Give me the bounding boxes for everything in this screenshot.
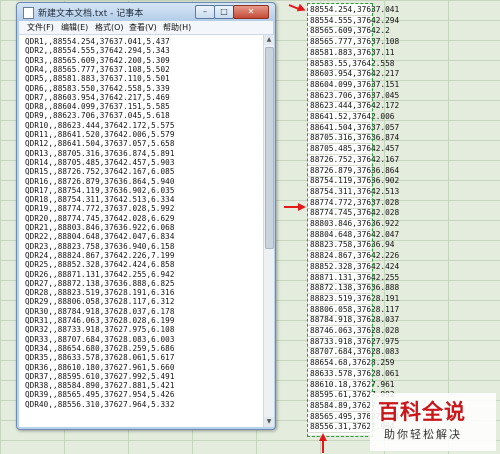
excel-cell[interactable]: 88804.648,37642.047 xyxy=(310,230,400,239)
excel-cell[interactable]: 88604.099,37637.151 xyxy=(310,80,400,89)
excel-cell[interactable]: 88554.555,37642.294 xyxy=(310,16,400,25)
notepad-line: QDR36,,88610.180,37627.961,5.660 xyxy=(25,362,175,372)
excel-cell[interactable]: 88733.918,37627.975 xyxy=(310,337,400,346)
excel-cell[interactable]: 88565.777,37637.108 xyxy=(310,37,400,46)
watermark-title: 百科全说 xyxy=(378,400,466,424)
excel-cell[interactable]: 88623.706,37637.045 xyxy=(310,91,400,100)
notepad-line: QDR26,,88871.131,37642.255,6.942 xyxy=(25,269,175,279)
notepad-line: QDR23,,88823.758,37636.940,6.158 xyxy=(25,241,175,251)
excel-cell[interactable]: 88565.609,37642.2 xyxy=(310,26,400,35)
excel-cell[interactable]: 88784.918,37628.037 xyxy=(310,315,400,324)
menu-bar: 文件(F) 编辑(E) 格式(O) 查看(V) 帮助(H) xyxy=(19,21,273,35)
maximize-button[interactable]: □ xyxy=(214,5,234,19)
excel-cell[interactable]: 88583.55,37642.558 xyxy=(310,59,400,68)
notepad-line: QDR29,,88806.058,37628.117,6.312 xyxy=(25,297,175,307)
notepad-line: QDR40,,88556.310,37627.964,5.332 xyxy=(25,399,175,409)
notepad-line: QDR16,,88726.879,37636.864,5.940 xyxy=(25,176,175,186)
excel-cell[interactable]: 88754.311,37642.513 xyxy=(310,187,400,196)
excel-cell[interactable]: 88654.68,37628.259 xyxy=(310,358,400,367)
excel-cell[interactable]: 88623.444,37642.172 xyxy=(310,101,400,110)
notepad-line: QDR31,,88746.063,37628.028,6.199 xyxy=(25,316,175,325)
excel-cell[interactable]: 88707.684,37628.083 xyxy=(310,347,400,356)
notepad-line: QDR22,,88804.648,37642.047,6.834 xyxy=(25,232,175,242)
notepad-line: QDR18,,88754.311,37642.513,6.334 xyxy=(25,195,175,205)
vertical-scrollbar[interactable]: ▲ ▼ xyxy=(263,35,274,427)
close-button[interactable]: ✕ xyxy=(233,5,269,19)
window-title: 新建文本文档.txt - 记事本 xyxy=(38,9,144,19)
notepad-line: QDR9,,88623.706,37637.045,5.618 xyxy=(25,111,170,121)
notepad-line: QDR11,,88641.520,37642.006,5.579 xyxy=(25,130,175,139)
notepad-window: 新建文本文档.txt - 记事本 – □ ✕ 文件(F) 编辑(E) 格式(O)… xyxy=(16,2,276,430)
excel-cell[interactable]: 88774.772,37637.028 xyxy=(310,198,400,207)
notepad-line: QDR3,,88565.609,37642.200,5.309 xyxy=(25,55,170,65)
excel-cell[interactable]: 88774.745,37642.028 xyxy=(310,208,400,217)
notepad-line: QDR33,,88707.684,37628.083,6.003 xyxy=(25,334,175,344)
notepad-icon xyxy=(23,7,34,19)
excel-cell[interactable]: 88823.519,37628.191 xyxy=(310,294,400,303)
notepad-line: QDR17,,88754.119,37636.902,6.035 xyxy=(25,185,175,195)
notepad-line: QDR35,,88633.578,37628.061,5.617 xyxy=(25,353,175,363)
notepad-line: QDR28,,88823.519,37628.191,6.316 xyxy=(25,288,175,298)
excel-cell[interactable]: 88872.138,37636.888 xyxy=(310,283,400,292)
excel-cell[interactable]: 88754.119,37636.902 xyxy=(310,176,400,185)
notepad-line: QDR27,,88872.138,37636.888,6.825 xyxy=(25,278,175,288)
notepad-line: QDR7,,88603.954,37642.217,5.469 xyxy=(25,92,170,102)
notepad-line: QDR39,,88565.495,37627.954,5.426 xyxy=(25,390,175,400)
excel-cell[interactable]: 88871.131,37642.255 xyxy=(310,273,400,282)
scroll-down-arrow-icon[interactable]: ▼ xyxy=(264,417,274,427)
excel-cell[interactable]: 88823.758,37636.94 xyxy=(310,240,400,249)
notepad-line: QDR6,,88583.550,37642.558,5.339 xyxy=(25,83,170,93)
notepad-line: QDR4,,88565.777,37637.108,5.502 xyxy=(25,64,170,74)
menu-help[interactable]: 帮助(H) xyxy=(163,22,191,33)
excel-cell[interactable]: 88705.316,37636.874 xyxy=(310,133,400,142)
notepad-line: QDR8,,88604.099,37637.151,5.585 xyxy=(25,102,170,112)
notepad-line: QDR1,,88554.254,37637.041,5.437 xyxy=(25,37,170,46)
notepad-line: QDR5,,88581.883,37637.110,5.501 xyxy=(25,74,170,84)
excel-cell[interactable]: 88554.254,37637.041 xyxy=(310,5,400,14)
excel-cell[interactable]: 88581.883,37637.11 xyxy=(310,48,400,57)
scroll-thumb[interactable] xyxy=(265,47,274,249)
menu-edit[interactable]: 编辑(E) xyxy=(61,22,88,33)
excel-cell[interactable]: 88726.879,37636.864 xyxy=(310,166,400,175)
excel-cell[interactable]: 88641.504,37637.057 xyxy=(310,123,400,132)
notepad-line: QDR30,,88784.918,37628.037,6.178 xyxy=(25,306,175,316)
excel-cell[interactable]: 88852.328,37642.424 xyxy=(310,262,400,271)
notepad-line: QDR37,,88595.610,37627.992,5.491 xyxy=(25,371,175,381)
menu-format[interactable]: 格式(O) xyxy=(95,22,124,33)
notepad-line: QDR15,,88726.752,37642.167,6.085 xyxy=(25,167,175,177)
notepad-line: QDR34,,88654.680,37628.259,5.686 xyxy=(25,343,175,353)
scroll-up-arrow-icon[interactable]: ▲ xyxy=(264,35,274,45)
excel-cell[interactable]: 88641.52,37642.006 xyxy=(310,112,400,121)
notepad-line: QDR25,,88852.328,37642.424,6.858 xyxy=(25,260,175,270)
notepad-line: QDR32,,88733.918,37627.975,6.108 xyxy=(25,325,175,335)
notepad-line: QDR20,,88774.745,37642.028,6.629 xyxy=(25,213,175,223)
notepad-line: QDR24,,88824.867,37642.226,7.199 xyxy=(25,250,175,260)
cell-divider xyxy=(308,432,372,434)
excel-cell[interactable]: 88726.752,37642.167 xyxy=(310,155,400,164)
excel-cell[interactable]: 88806.058,37628.117 xyxy=(310,305,400,314)
notepad-line: QDR21,,88803.846,37636.922,6.068 xyxy=(25,223,175,232)
watermark-subtitle: 助你轻松解决 xyxy=(384,428,462,441)
notepad-line: QDR12,,88641.504,37637.057,5.658 xyxy=(25,139,175,149)
excel-cell[interactable]: 88824.867,37642.226 xyxy=(310,251,400,260)
minimize-button[interactable]: – xyxy=(195,5,215,19)
excel-cell[interactable]: 88705.485,37642.457 xyxy=(310,144,400,153)
excel-cell[interactable]: 88610.18,37627.961 xyxy=(310,380,400,389)
menu-view[interactable]: 查看(V) xyxy=(129,22,157,33)
notepad-text-area[interactable]: QDR1,,88554.254,37637.041,5.437 QDR2,,885… xyxy=(19,35,263,427)
notepad-line: QDR14,,88705.485,37642.457,5.903 xyxy=(25,157,175,167)
title-bar[interactable]: 新建文本文档.txt - 记事本 – □ ✕ xyxy=(17,3,275,21)
notepad-line: QDR2,,88554.555,37642.294,5.343 xyxy=(25,46,170,56)
excel-cell[interactable]: 88803.846,37636.922 xyxy=(310,219,400,228)
notepad-line: QDR10,,88623.444,37642.172,5.575 xyxy=(25,120,175,130)
excel-cell[interactable]: 88603.954,37642.217 xyxy=(310,69,400,78)
notepad-line: QDR38,,88584.890,37627.881,5.421 xyxy=(25,381,175,391)
menu-file[interactable]: 文件(F) xyxy=(27,22,54,33)
notepad-line: QDR19,,88774.772,37637.028,5.992 xyxy=(25,204,175,214)
notepad-line: QDR13,,88705.316,37636.874,5.891 xyxy=(25,148,175,158)
excel-cell[interactable]: 88746.063,37628.028 xyxy=(310,326,400,335)
excel-cell[interactable]: 88633.578,37628.061 xyxy=(310,369,400,378)
